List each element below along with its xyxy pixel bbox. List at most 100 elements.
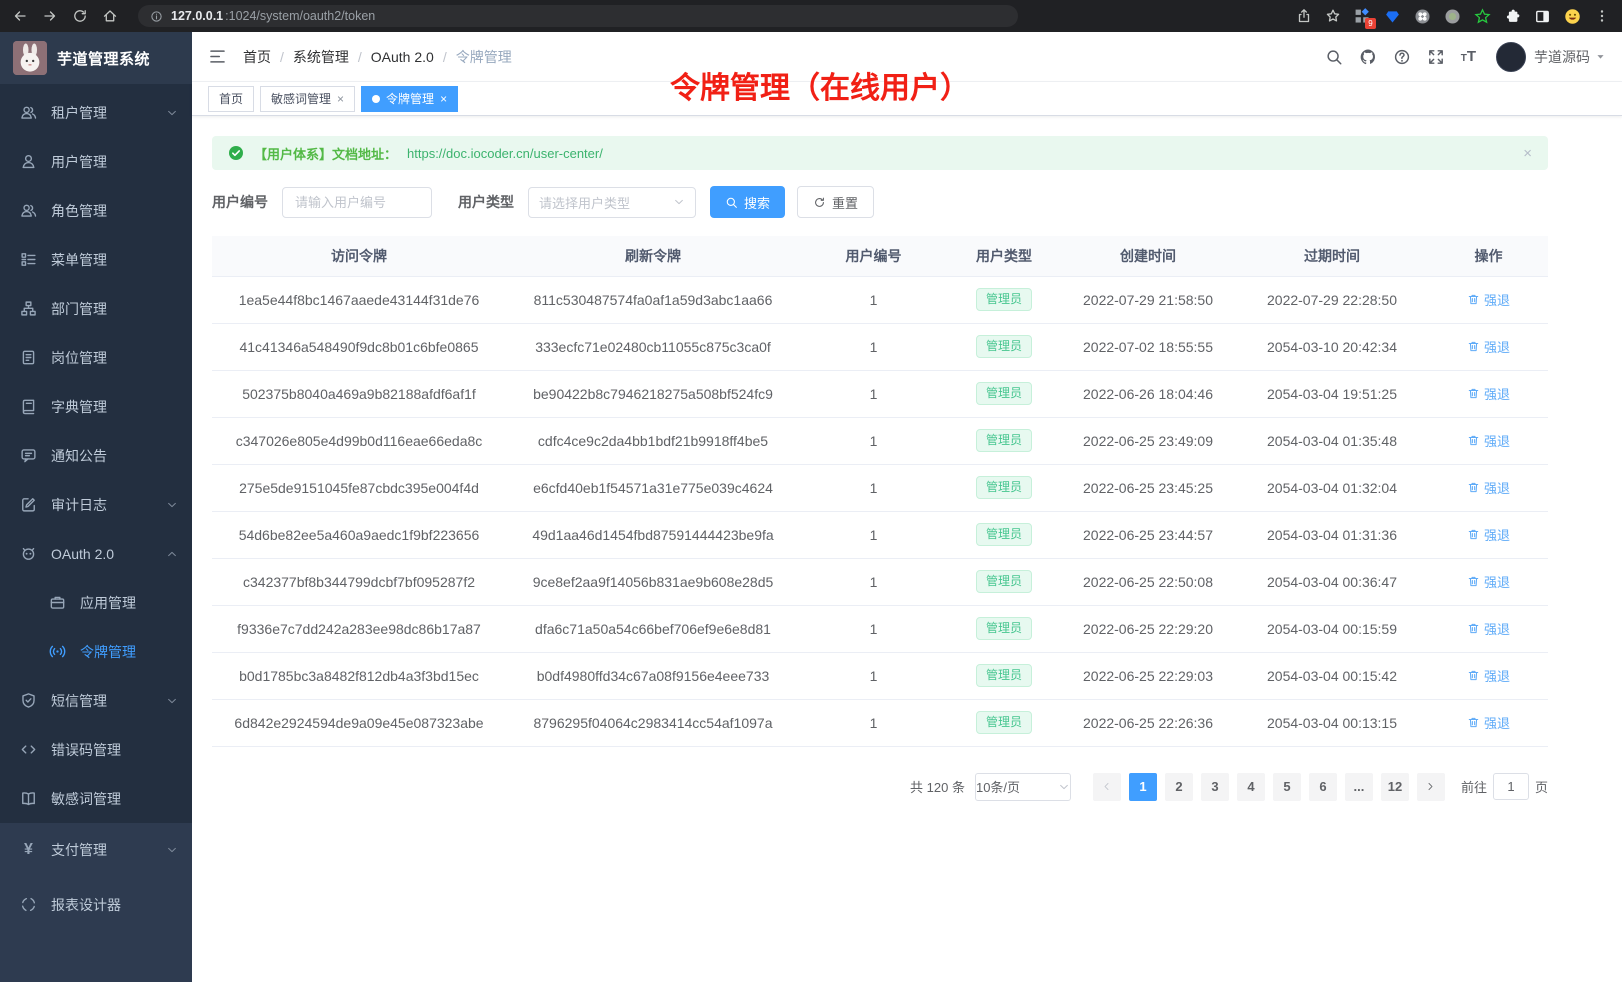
doc-link[interactable]: https://doc.iocoder.cn/user-center/ xyxy=(407,146,603,161)
close-tab-icon[interactable]: × xyxy=(337,92,344,106)
force-logout-button[interactable]: 强退 xyxy=(1467,572,1510,591)
sidebar-item-audit-log[interactable]: 审计日志 xyxy=(0,480,192,529)
user-type-select[interactable]: 请选择用户类型 xyxy=(528,187,696,218)
share-icon[interactable] xyxy=(1296,8,1312,24)
annotation-text: 令牌管理（在线用户） xyxy=(670,72,970,106)
trash-icon xyxy=(1467,481,1480,494)
help-icon[interactable] xyxy=(1393,48,1411,66)
sidebar-item-post[interactable]: 岗位管理 xyxy=(0,333,192,382)
force-logout-button[interactable]: 强退 xyxy=(1467,478,1510,497)
bookmark-star-icon[interactable] xyxy=(1325,8,1341,24)
search-button[interactable]: 搜索 xyxy=(710,186,785,218)
dot-extension-icon[interactable] xyxy=(1444,8,1461,25)
sidebar-item-menu[interactable]: 菜单管理 xyxy=(0,235,192,284)
sidebar-item-tenant[interactable]: 租户管理 xyxy=(0,88,192,137)
sidebar-item-pay[interactable]: ¥ 支付管理 xyxy=(0,825,192,874)
sidebar-item-oauth[interactable]: OAuth 2.0 xyxy=(0,529,192,578)
user-name[interactable]: 芋道源码 xyxy=(1534,47,1590,67)
menu-tree-icon xyxy=(20,251,37,268)
post-badge-icon xyxy=(20,349,37,366)
force-logout-button[interactable]: 强退 xyxy=(1467,431,1510,450)
search-icon[interactable] xyxy=(1325,48,1343,66)
sidebar-item-dict[interactable]: 字典管理 xyxy=(0,382,192,431)
page-button-6[interactable]: 6 xyxy=(1309,773,1337,801)
force-logout-button[interactable]: 强退 xyxy=(1467,619,1510,638)
table-row: c342377bf8b344799dcbf7bf095287f2 9ce8ef2… xyxy=(212,558,1548,605)
table-row: 54d6be82ee5a460a9aedc1f9bf223656 49d1aa4… xyxy=(212,511,1548,558)
force-logout-button[interactable]: 强退 xyxy=(1467,666,1510,685)
page-button-3[interactable]: 3 xyxy=(1201,773,1229,801)
app-logo-row[interactable]: 芋道管理系统 xyxy=(0,32,192,84)
breadcrumb-home[interactable]: 首页 xyxy=(243,47,271,67)
chevron-down-icon xyxy=(166,695,178,707)
user-id-label: 用户编号 xyxy=(212,192,268,212)
browser-back-icon[interactable] xyxy=(12,8,28,24)
sidebar-item-user[interactable]: 用户管理 xyxy=(0,137,192,186)
site-info-icon[interactable] xyxy=(150,10,163,23)
sidebar-item-notice[interactable]: 通知公告 xyxy=(0,431,192,480)
sidebar-item-oauth-app[interactable]: 应用管理 xyxy=(0,578,192,627)
collapse-sidebar-icon[interactable] xyxy=(208,47,227,66)
tab-sensitive-words[interactable]: 敏感词管理 × xyxy=(260,86,355,112)
sidebar-item-sms[interactable]: 短信管理 xyxy=(0,676,192,725)
col-refresh-token: 刷新令牌 xyxy=(506,236,800,276)
sidebar-item-sensitive-words[interactable]: 敏感词管理 xyxy=(0,774,192,823)
user-type-badge: 管理员 xyxy=(976,429,1032,453)
extensions-grid-icon[interactable]: 9 xyxy=(1354,8,1371,25)
breadcrumb-oauth[interactable]: OAuth 2.0 xyxy=(371,49,434,65)
page-button-2[interactable]: 2 xyxy=(1165,773,1193,801)
profile-emoji-icon[interactable] xyxy=(1564,8,1581,25)
more-pages-button[interactable]: ... xyxy=(1345,773,1373,801)
goto-page-input[interactable] xyxy=(1493,773,1529,800)
next-page-button[interactable] xyxy=(1417,773,1445,801)
sidebar-item-report-designer[interactable]: 报表设计器 xyxy=(0,880,192,929)
browser-home-icon[interactable] xyxy=(102,8,118,24)
page-button-5[interactable]: 5 xyxy=(1273,773,1301,801)
user-id-input[interactable] xyxy=(282,187,432,218)
app-title: 芋道管理系统 xyxy=(57,48,150,69)
user-type-badge: 管理员 xyxy=(976,288,1032,312)
doc-alert: 【用户体系】文档地址： https://doc.iocoder.cn/user-… xyxy=(212,136,1548,170)
browser-reload-icon[interactable] xyxy=(72,8,88,24)
prev-page-button[interactable] xyxy=(1093,773,1121,801)
url-path: :1024/system/oauth2/token xyxy=(225,9,375,23)
address-bar[interactable]: 127.0.0.1:1024/system/oauth2/token xyxy=(138,5,1018,27)
page-button-1[interactable]: 1 xyxy=(1129,773,1157,801)
sidebar-item-error-code[interactable]: 错误码管理 xyxy=(0,725,192,774)
user-type-badge: 管理员 xyxy=(976,664,1032,688)
force-logout-button[interactable]: 强退 xyxy=(1467,384,1510,403)
page-button-12[interactable]: 12 xyxy=(1381,773,1409,801)
force-logout-button[interactable]: 强退 xyxy=(1467,525,1510,544)
token-table: 访问令牌 刷新令牌 用户编号 用户类型 创建时间 过期时间 操作 1ea5e44… xyxy=(212,236,1548,747)
page-button-4[interactable]: 4 xyxy=(1237,773,1265,801)
gem-extension-icon[interactable] xyxy=(1384,8,1401,25)
tab-home[interactable]: 首页 xyxy=(208,86,254,112)
puzzle-extension-icon[interactable] xyxy=(1504,8,1521,25)
user-avatar[interactable] xyxy=(1496,42,1526,72)
user-menu-caret-icon[interactable] xyxy=(1595,51,1606,62)
force-logout-button[interactable]: 强退 xyxy=(1467,290,1510,309)
table-header-row: 访问令牌 刷新令牌 用户编号 用户类型 创建时间 过期时间 操作 xyxy=(212,236,1548,276)
tab-token-management[interactable]: 令牌管理 × xyxy=(361,86,458,112)
sidebar-item-role[interactable]: 角色管理 xyxy=(0,186,192,235)
force-logout-button[interactable]: 强退 xyxy=(1467,713,1510,732)
command-extension-icon[interactable] xyxy=(1414,8,1431,25)
code-icon xyxy=(20,741,37,758)
app-frame: 芋道管理系统 租户管理 用户管理 角色管理 菜单管理 部门管理 xyxy=(0,32,1622,982)
page-size-select[interactable]: 10条/页 xyxy=(975,773,1071,801)
sidebar-extension-icon[interactable] xyxy=(1534,8,1551,25)
star-extension-icon[interactable] xyxy=(1474,8,1491,25)
close-tab-icon[interactable]: × xyxy=(440,92,447,106)
github-icon[interactable] xyxy=(1359,48,1377,66)
font-size-icon[interactable]: TT xyxy=(1461,48,1476,65)
users-icon xyxy=(20,104,37,121)
close-alert-icon[interactable]: × xyxy=(1523,145,1532,162)
browser-menu-icon[interactable] xyxy=(1594,8,1610,24)
browser-forward-icon[interactable] xyxy=(42,8,58,24)
sidebar-item-dept[interactable]: 部门管理 xyxy=(0,284,192,333)
breadcrumb-system[interactable]: 系统管理 xyxy=(293,47,349,67)
reset-button[interactable]: 重置 xyxy=(797,186,874,218)
sidebar-item-oauth-token[interactable]: 令牌管理 xyxy=(0,627,192,676)
fullscreen-icon[interactable] xyxy=(1427,48,1445,66)
force-logout-button[interactable]: 强退 xyxy=(1467,337,1510,356)
